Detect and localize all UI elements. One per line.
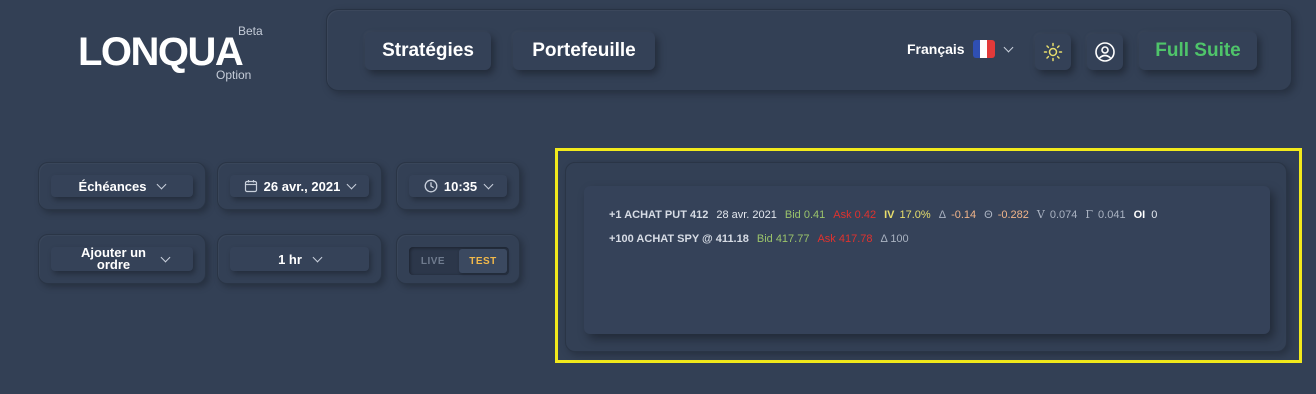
expirations-control: Échéances [38,162,206,210]
interval-value: 1 hr [278,251,302,267]
delta-symbol: Δ [938,208,947,221]
order-row: +1 ACHAT PUT 412 28 avr. 2021 Bid 0.41 A… [609,208,1157,221]
ask-value: Ask 0.42 [833,208,877,221]
chevron-down-icon [157,179,167,189]
test-option[interactable]: TEST [459,249,507,273]
interval-control: 1 hr [217,234,382,284]
full-suite-button[interactable]: Full Suite [1139,32,1257,70]
order-expiry: 28 avr. 2021 [716,208,777,221]
chevron-down-icon [160,252,170,262]
bid-value: Bid 0.41 [784,208,826,221]
date-value: 26 avr., 2021 [263,178,341,194]
vega-value: 0.074 [1049,208,1078,221]
gamma-symbol: Γ [1085,208,1094,221]
vega-symbol: V [1036,208,1045,221]
iv-label: IV [884,208,895,221]
delta-value: -0.14 [951,208,977,221]
calendar-icon [244,180,257,193]
strategies-button[interactable]: Stratégies [365,32,491,70]
date-control: 26 avr., 2021 [217,162,382,210]
app-logo[interactable]: LONQUA Beta Option [78,24,268,84]
time-control: 10:35 [396,162,520,210]
mode-control: LIVE TEST [396,234,520,284]
logo-subtitle: Option [216,68,252,82]
bid-value: Bid 417.77 [756,233,810,245]
delta-value: Δ 100 [880,233,909,245]
live-test-toggle[interactable]: LIVE TEST [409,247,509,275]
chevron-down-icon [1003,42,1014,52]
add-order-dropdown[interactable]: Ajouter un ordre [51,245,193,272]
time-value: 10:35 [443,178,478,194]
expirations-label: Échéances [78,178,147,194]
account-button[interactable] [1087,34,1123,70]
theta-symbol: Θ [984,208,993,221]
language-selector[interactable]: Français [907,40,1014,58]
gamma-value: 0.041 [1098,208,1126,221]
user-icon [1095,42,1115,62]
order-row: +100 ACHAT SPY @ 411.18 Bid 417.77 Ask 4… [609,233,909,245]
theme-toggle-button[interactable] [1035,34,1071,70]
chevron-down-icon [483,179,494,189]
theta-value: -0.282 [997,208,1029,221]
expirations-dropdown[interactable]: Échéances [51,175,193,197]
iv-value: 17.0% [899,208,931,221]
france-flag-icon [972,40,995,58]
logo-wordmark: LONQUA [78,30,244,74]
order-label: +100 ACHAT SPY @ 411.18 [609,233,749,245]
beta-label: Beta [238,24,263,38]
order-label: +1 ACHAT PUT 412 [609,208,709,221]
add-order-label: Ajouter un ordre [81,245,146,272]
live-option[interactable]: LIVE [409,247,457,275]
oi-value: 0 [1151,208,1158,221]
time-picker[interactable]: 10:35 [409,175,507,197]
sun-icon [1043,42,1063,62]
date-picker[interactable]: 26 avr., 2021 [230,175,369,197]
language-label: Français [907,41,965,57]
ask-value: Ask 417.78 [817,233,873,245]
interval-dropdown[interactable]: 1 hr [230,247,369,271]
clock-icon [424,179,438,193]
add-order-control: Ajouter un ordre [38,234,206,284]
chevron-down-icon [346,179,357,189]
portfolio-button[interactable]: Portefeuille [513,32,655,70]
oi-label: OI [1133,208,1146,221]
top-navigation: Stratégies Portefeuille Français Full Su… [326,9,1292,91]
chevron-down-icon [312,252,323,262]
